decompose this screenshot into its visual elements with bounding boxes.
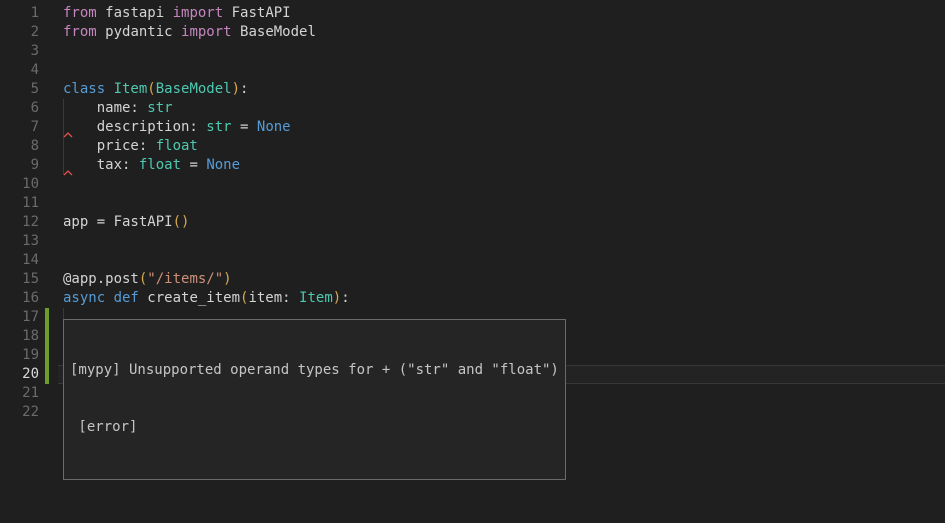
code-token: pydantic [105, 24, 181, 40]
line-number[interactable]: 10 [0, 175, 39, 194]
code-line[interactable]: 16 async def create_item(item: Item): [0, 289, 945, 308]
code-token: from [63, 5, 105, 21]
code-editor: 1 from fastapi import FastAPI 2 from pydant… [0, 0, 945, 523]
code-token: str [147, 100, 172, 116]
line-number[interactable]: 16 [0, 289, 39, 308]
code-token: class [63, 81, 114, 97]
line-number[interactable]: 21 [0, 384, 39, 403]
code-token: app = FastAPI [63, 214, 173, 230]
code-token: name: [63, 100, 147, 116]
diagnostic-tooltip: [mypy] Unsupported operand types for + (… [63, 319, 566, 480]
code-token: fastapi [105, 5, 172, 21]
code-token: : [341, 290, 349, 306]
code-text: description: str = None [63, 118, 291, 137]
code-line[interactable]: 3 [0, 42, 945, 61]
code-token: FastAPI [232, 5, 291, 21]
code-token: ) [232, 81, 240, 97]
git-added-bar [45, 327, 49, 346]
code-text: from fastapi import FastAPI [63, 4, 291, 23]
code-token: tax: [63, 157, 139, 173]
line-number[interactable]: 15 [0, 270, 39, 289]
code-token: from [63, 24, 105, 40]
code-text: async def create_item(item: Item): [63, 289, 350, 308]
code-text: class Item(BaseModel): [63, 80, 248, 99]
error-caret-icon [63, 132, 73, 138]
code-token: description: [63, 119, 206, 135]
git-added-bar [45, 365, 49, 384]
code-line[interactable]: 1 from fastapi import FastAPI [0, 4, 945, 23]
code-token: Item [114, 81, 148, 97]
error-caret-icon [63, 170, 73, 176]
code-token: None [257, 119, 291, 135]
code-token: None [206, 157, 240, 173]
line-number[interactable]: 6 [0, 99, 39, 118]
code-token: = [232, 119, 257, 135]
code-line[interactable]: 2 from pydantic import BaseModel [0, 23, 945, 42]
line-number[interactable]: 11 [0, 194, 39, 213]
line-number[interactable]: 12 [0, 213, 39, 232]
line-number[interactable]: 20 [0, 365, 39, 384]
code-text: name: str [63, 99, 173, 118]
code-token: float [139, 157, 181, 173]
code-token: = [181, 157, 206, 173]
git-added-bar [45, 308, 49, 327]
code-text: @app.post("/items/") [63, 270, 232, 289]
code-token: @app.post [63, 271, 139, 287]
code-token: create_item [147, 290, 240, 306]
line-number[interactable]: 19 [0, 346, 39, 365]
code-line[interactable]: 14 [0, 251, 945, 270]
code-token: item: [248, 290, 299, 306]
code-token: price: [63, 138, 156, 154]
line-number[interactable]: 7 [0, 118, 39, 137]
code-line[interactable]: 4 [0, 61, 945, 80]
code-text: tax: float = None [63, 156, 240, 175]
code-token: ) [333, 290, 341, 306]
code-token: () [173, 214, 190, 230]
line-number[interactable]: 5 [0, 80, 39, 99]
code-line[interactable]: 5 class Item(BaseModel): [0, 80, 945, 99]
code-token: import [173, 5, 232, 21]
code-line[interactable]: 15 @app.post("/items/") [0, 270, 945, 289]
line-number[interactable]: 14 [0, 251, 39, 270]
code-text: price: float [63, 137, 198, 156]
code-token: str [206, 119, 231, 135]
diagnostic-message: [mypy] Unsupported operand types for + (… [70, 361, 559, 380]
diagnostic-severity: [error] [70, 418, 559, 437]
code-token: async def [63, 290, 147, 306]
line-number[interactable]: 3 [0, 42, 39, 61]
code-token: : [240, 81, 248, 97]
code-line[interactable]: 7 description: str = None [0, 118, 945, 137]
code-line[interactable]: 8 price: float [0, 137, 945, 156]
line-number[interactable]: 8 [0, 137, 39, 156]
code-token: ( [147, 81, 155, 97]
code-token: "/items/" [147, 271, 223, 287]
line-number[interactable]: 22 [0, 403, 39, 422]
code-line[interactable]: 13 [0, 232, 945, 251]
code-line[interactable]: 6 name: str [0, 99, 945, 118]
line-number[interactable]: 17 [0, 308, 39, 327]
git-added-bar [45, 346, 49, 365]
line-number[interactable]: 2 [0, 23, 39, 42]
code-token: import [181, 24, 240, 40]
line-number[interactable]: 18 [0, 327, 39, 346]
code-token: float [156, 138, 198, 154]
code-line[interactable]: 10 [0, 175, 945, 194]
code-token: Item [299, 290, 333, 306]
line-number[interactable]: 9 [0, 156, 39, 175]
code-line[interactable]: 11 [0, 194, 945, 213]
code-token: ) [223, 271, 231, 287]
code-text: app = FastAPI() [63, 213, 189, 232]
line-number[interactable]: 1 [0, 4, 39, 23]
code-token: BaseModel [240, 24, 316, 40]
line-number[interactable]: 4 [0, 61, 39, 80]
line-number[interactable]: 13 [0, 232, 39, 251]
code-line[interactable]: 12 app = FastAPI() [0, 213, 945, 232]
code-line[interactable]: 9 tax: float = None [0, 156, 945, 175]
code-token: BaseModel [156, 81, 232, 97]
code-text: from pydantic import BaseModel [63, 23, 316, 42]
